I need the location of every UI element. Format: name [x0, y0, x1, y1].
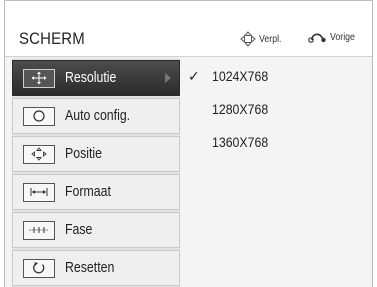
- menu-item-label: Resetten: [65, 260, 115, 276]
- reset-icon: [23, 258, 55, 278]
- move-hint: Verpl.: [240, 31, 285, 47]
- menu-item-resolutie[interactable]: Resolutie: [12, 60, 180, 96]
- back-hint[interactable]: Vorige: [307, 31, 358, 43]
- position-icon: [23, 144, 55, 164]
- resolution-options: ✓ 1024X768 1280X768 1360X768: [182, 58, 367, 287]
- menu-item-formaat[interactable]: Formaat: [12, 174, 180, 210]
- resolution-option[interactable]: ✓ 1024X768: [188, 64, 276, 88]
- size-icon: [23, 182, 55, 202]
- screen-settings-menu: Resolutie Auto config. Positie Formaat F…: [12, 58, 180, 287]
- phase-icon: [23, 220, 55, 240]
- move-arrows-icon: [240, 31, 256, 47]
- move-hint-label: Verpl.: [259, 33, 282, 45]
- menu-item-positie[interactable]: Positie: [12, 136, 180, 172]
- submenu-arrow-icon: [165, 73, 171, 83]
- resolution-option-label: 1024X768: [212, 68, 269, 84]
- auto-config-icon: [23, 106, 55, 126]
- menu-item-resetten[interactable]: Resetten: [12, 250, 180, 286]
- menu-item-auto-config[interactable]: Auto config.: [12, 98, 180, 134]
- back-hint-label: Vorige: [330, 31, 355, 43]
- move-arrows-icon: [23, 68, 55, 88]
- resolution-option[interactable]: 1280X768: [188, 97, 276, 121]
- menu-title: SCHERM: [19, 29, 85, 48]
- menu-item-fase[interactable]: Fase: [12, 212, 180, 248]
- menu-item-label: Fase: [65, 222, 93, 238]
- resolution-option-label: 1360X768: [212, 134, 269, 150]
- resolution-option-label: 1280X768: [212, 101, 269, 117]
- menu-item-label: Positie: [65, 146, 103, 162]
- menu-item-label: Auto config.: [65, 108, 131, 124]
- menu-header: SCHERM Verpl. Vorige: [5, 1, 372, 57]
- back-icon: [307, 31, 327, 43]
- menu-item-label: Resolutie: [65, 70, 117, 86]
- check-icon: ✓: [188, 67, 200, 84]
- menu-item-label: Formaat: [65, 184, 111, 200]
- resolution-option[interactable]: 1360X768: [188, 130, 276, 154]
